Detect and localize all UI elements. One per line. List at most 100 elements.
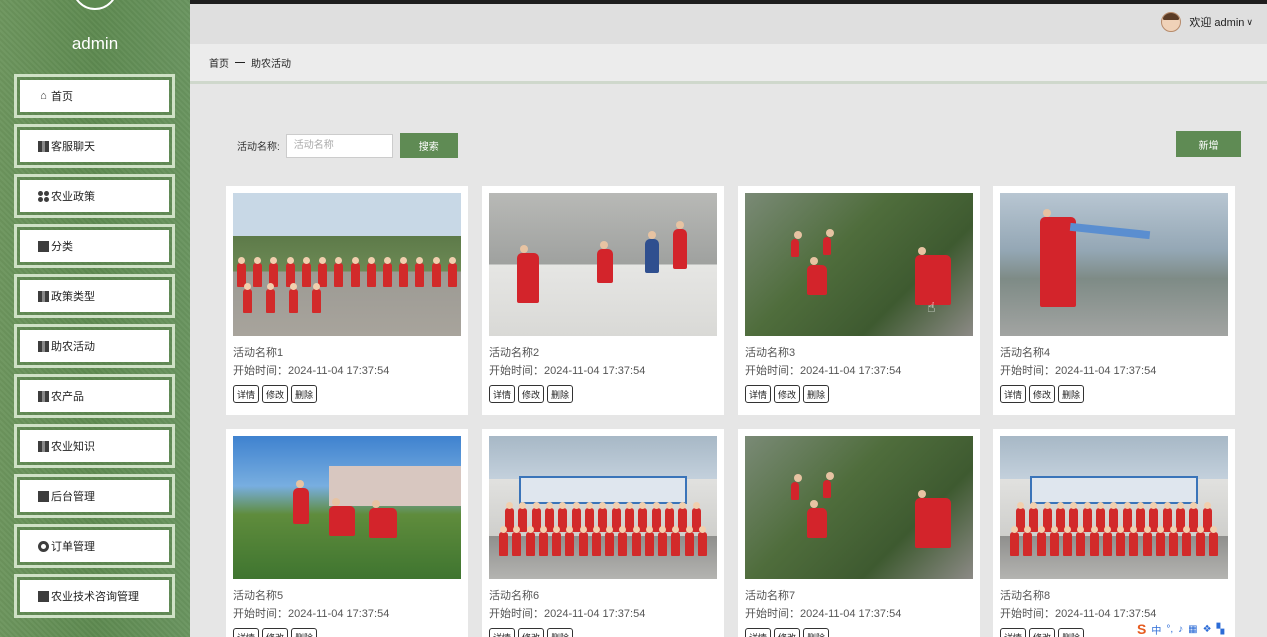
edit-button[interactable]: 修改: [774, 385, 801, 403]
delete-button[interactable]: 删除: [547, 628, 574, 637]
activity-card: 活动名称8 开始时间：2024-11-04 17:37:54 详情 修改 删除: [993, 429, 1235, 637]
detail-button[interactable]: 详情: [745, 385, 772, 403]
toolbox-icon[interactable]: ▚: [1217, 624, 1225, 635]
activity-name: 活动名称1: [233, 347, 284, 359]
detail-button[interactable]: 详情: [1000, 628, 1027, 637]
sogou-logo-icon: S: [1137, 621, 1147, 637]
activity-photo[interactable]: [489, 193, 717, 336]
delete-button[interactable]: 删除: [1058, 628, 1085, 637]
edit-button[interactable]: 修改: [518, 385, 545, 403]
activity-time: 开始时间：2024-11-04 17:37:54: [1000, 608, 1157, 620]
sidebar-avatar: [72, 0, 118, 10]
admin-icon: [38, 490, 49, 502]
activity-time: 开始时间：2024-11-04 17:37:54: [1000, 365, 1157, 377]
activity-name: 活动名称8: [1000, 590, 1051, 602]
activity-name: 活动名称3: [745, 347, 796, 359]
edit-button[interactable]: 修改: [774, 628, 801, 637]
activity-photo[interactable]: [1000, 193, 1228, 336]
detail-button[interactable]: 详情: [233, 385, 260, 403]
skin-icon[interactable]: ❖: [1203, 624, 1212, 635]
sidebar-item-knowledge[interactable]: 农业知识: [14, 424, 175, 468]
detail-button[interactable]: 详情: [233, 628, 260, 637]
search-input[interactable]: [285, 133, 393, 158]
activity-card: 活动名称1 开始时间：2024-11-04 17:37:54 详情 修改 删除: [226, 186, 468, 415]
detail-button[interactable]: 详情: [1000, 385, 1027, 403]
card-actions: 详情 修改 删除: [489, 385, 574, 403]
sidebar-item-label: 助农活动: [51, 341, 95, 353]
keyboard-icon[interactable]: ▦: [1188, 624, 1197, 635]
sidebar-item-label: 农业知识: [51, 441, 95, 453]
sidebar-item-label: 客服聊天: [51, 141, 95, 153]
card-actions: 详情 修改 删除: [489, 628, 574, 637]
sidebar-username: admin: [71, 34, 119, 53]
activity-card: 活动名称7 开始时间：2024-11-04 17:37:54 详情 修改 删除: [738, 429, 980, 637]
edit-button[interactable]: 修改: [1029, 628, 1056, 637]
delete-button[interactable]: 删除: [291, 628, 318, 637]
activity-icon: [38, 340, 49, 352]
card-actions: 详情 修改 删除: [1000, 385, 1085, 403]
activity-name: 活动名称6: [489, 590, 540, 602]
activity-time: 开始时间：2024-11-04 17:37:54: [745, 608, 902, 620]
breadcrumb-separator: —: [235, 57, 245, 68]
breadcrumb-home[interactable]: 首页: [209, 55, 229, 70]
mouse-cursor-icon: ☝: [927, 299, 936, 315]
ime-mode[interactable]: 中: [1151, 622, 1161, 637]
delete-button[interactable]: 删除: [803, 385, 830, 403]
card-actions: 详情 修改 删除: [745, 385, 830, 403]
activity-photo[interactable]: [233, 436, 461, 579]
activity-name: 活动名称5: [233, 590, 284, 602]
activity-card: 活动名称5 开始时间：2024-11-04 17:37:54 详情 修改 删除: [226, 429, 468, 637]
card-actions: 详情 修改 删除: [233, 628, 318, 637]
search-label: 活动名称:: [237, 142, 280, 153]
chevron-down-icon: ∨: [1246, 16, 1253, 27]
detail-button[interactable]: 详情: [745, 628, 772, 637]
microphone-icon[interactable]: ♪: [1178, 624, 1183, 635]
sidebar-item-policy[interactable]: 农业政策: [14, 174, 175, 218]
sidebar-item-policy-type[interactable]: 政策类型: [14, 274, 175, 318]
sidebar-item-label: 农业技术咨询管理: [51, 591, 139, 603]
sidebar-item-chat[interactable]: 客服聊天: [14, 124, 175, 168]
add-button[interactable]: 新增: [1176, 131, 1241, 157]
search-button[interactable]: 搜索: [399, 133, 458, 158]
sidebar-item-label: 订单管理: [51, 541, 95, 553]
sidebar-item-admin[interactable]: 后台管理: [14, 474, 175, 518]
home-icon: ⌂: [40, 90, 47, 102]
activity-photo[interactable]: [1000, 436, 1228, 579]
breadcrumb: 首页 — 助农活动: [190, 44, 1267, 84]
sidebar-item-order[interactable]: 订单管理: [14, 524, 175, 568]
card-actions: 详情 修改 删除: [745, 628, 830, 637]
activity-photo[interactable]: [233, 193, 461, 336]
detail-button[interactable]: 详情: [489, 628, 516, 637]
top-bar: 欢迎 admin ∨: [190, 0, 1267, 44]
activity-card: ☝ 活动名称3 开始时间：2024-11-04 17:37:54 详情 修改 删…: [738, 186, 980, 415]
ime-toolbar[interactable]: S 中 °, ♪ ▦ ❖ ▚: [1134, 620, 1228, 637]
sidebar-item-activity[interactable]: 助农活动: [14, 324, 175, 368]
edit-button[interactable]: 修改: [1029, 385, 1056, 403]
activity-photo[interactable]: [745, 436, 973, 579]
sidebar-item-label: 后台管理: [51, 491, 95, 503]
activity-photo[interactable]: ☝: [745, 193, 973, 336]
activity-name: 活动名称2: [489, 347, 540, 359]
chat-icon: [38, 140, 49, 152]
sidebar-item-consult[interactable]: 农业技术咨询管理: [14, 574, 175, 618]
sidebar-item-home[interactable]: ⌂ 首页: [14, 74, 175, 118]
edit-button[interactable]: 修改: [518, 628, 545, 637]
delete-button[interactable]: 删除: [547, 385, 574, 403]
card-actions: 详情 修改 删除: [1000, 628, 1085, 637]
user-avatar: [1161, 12, 1182, 32]
knowledge-icon: [38, 440, 49, 452]
ime-punct[interactable]: °,: [1166, 624, 1173, 635]
delete-button[interactable]: 删除: [291, 385, 318, 403]
edit-button[interactable]: 修改: [262, 385, 289, 403]
delete-button[interactable]: 删除: [1058, 385, 1085, 403]
edit-button[interactable]: 修改: [262, 628, 289, 637]
user-menu[interactable]: 欢迎 admin ∨: [1161, 12, 1253, 32]
sidebar-item-category[interactable]: 分类: [14, 224, 175, 268]
detail-button[interactable]: 详情: [489, 385, 516, 403]
activity-name: 活动名称7: [745, 590, 796, 602]
welcome-text: 欢迎 admin: [1189, 17, 1245, 29]
sidebar-item-product[interactable]: 农产品: [14, 374, 175, 418]
delete-button[interactable]: 删除: [803, 628, 830, 637]
activity-photo[interactable]: [489, 436, 717, 579]
sidebar: admin ⌂ 首页 客服聊天 农业政策 分类 政策类型 助农活动 农产品 农业…: [0, 0, 190, 637]
